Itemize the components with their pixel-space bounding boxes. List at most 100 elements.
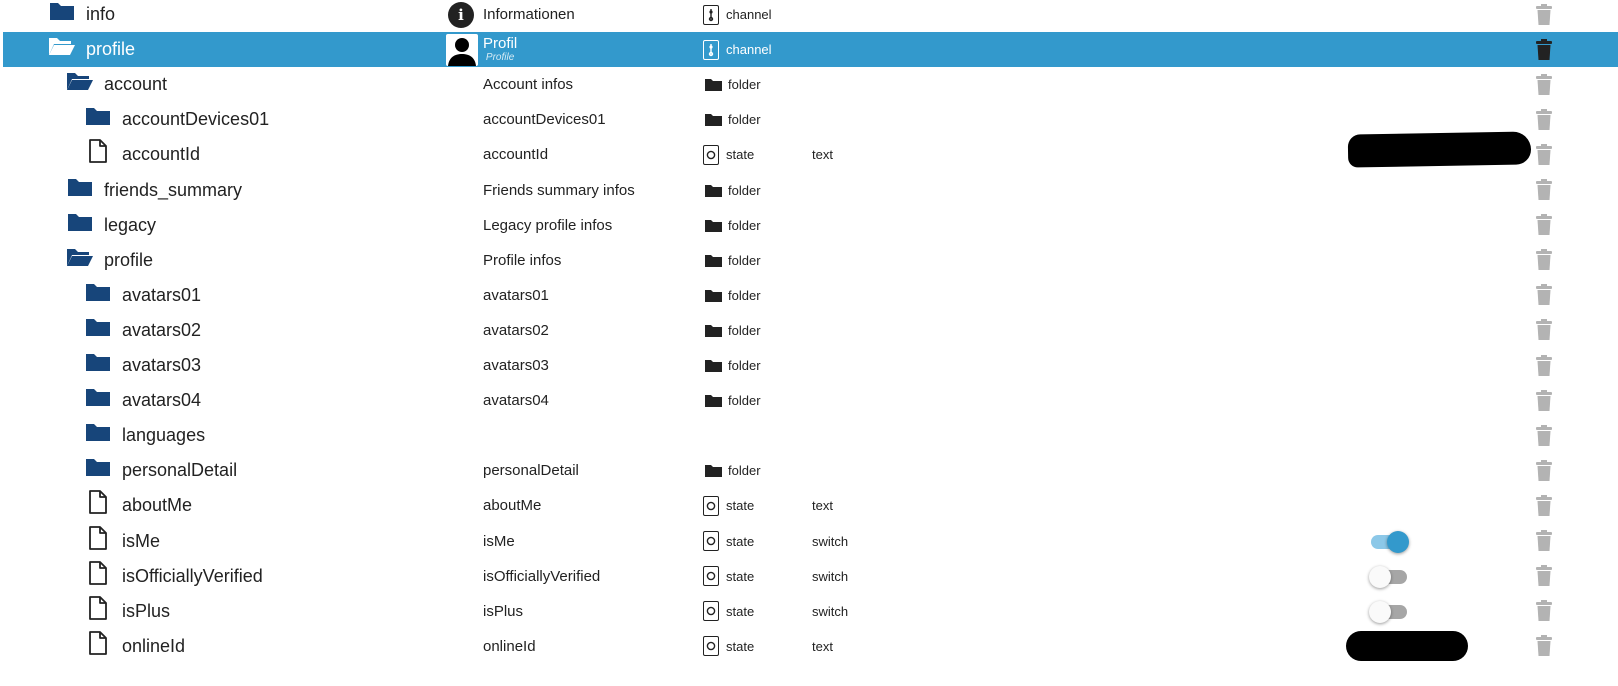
- file-icon[interactable]: [84, 524, 112, 552]
- delete-icon[interactable]: [1535, 559, 1553, 594]
- tree-row[interactable]: aboutMe aboutMe state text: [3, 488, 1618, 523]
- delete-icon[interactable]: [1535, 313, 1553, 348]
- row-type: state: [703, 559, 754, 594]
- delete-icon[interactable]: [1535, 524, 1553, 559]
- tree-row[interactable]: isOfficiallyVerified isOfficiallyVerified…: [3, 559, 1618, 594]
- tree-row[interactable]: profile Profil Profile channel: [3, 32, 1618, 68]
- delete-icon[interactable]: [1535, 278, 1553, 313]
- folder-icon[interactable]: [84, 313, 112, 341]
- delete-icon[interactable]: [1535, 173, 1553, 208]
- row-description: Legacy profile infos: [483, 216, 613, 234]
- delete-icon[interactable]: [1535, 453, 1553, 488]
- folder-icon[interactable]: [84, 418, 112, 446]
- tree-row[interactable]: account Account infos folder: [3, 67, 1618, 102]
- folder-type-icon: [703, 461, 723, 481]
- tree-row[interactable]: avatars02 avatars02 folder: [3, 313, 1618, 348]
- file-icon[interactable]: [84, 488, 112, 516]
- tree-row[interactable]: languages: [3, 418, 1618, 453]
- delete-icon[interactable]: [1535, 67, 1553, 102]
- row-type: folder: [703, 67, 761, 102]
- tree-row[interactable]: isMe isMe state switch: [3, 524, 1618, 559]
- delete-icon[interactable]: [1535, 32, 1553, 67]
- description-subtitle: Profile: [485, 52, 515, 64]
- folder-icon[interactable]: [66, 173, 94, 201]
- delete-icon[interactable]: [1535, 629, 1553, 664]
- value-toggle[interactable]: [1369, 564, 1409, 588]
- type-label: state: [726, 498, 755, 514]
- row-name: account: [104, 74, 168, 95]
- row-role: text: [812, 147, 833, 163]
- row-type: state: [703, 594, 754, 629]
- row-description: isOfficiallyVerified: [483, 567, 601, 585]
- delete-icon[interactable]: [1535, 0, 1553, 32]
- folder-icon[interactable]: [48, 0, 76, 25]
- file-icon[interactable]: [84, 594, 112, 622]
- tree-row[interactable]: avatars04 avatars04 folder: [3, 383, 1618, 418]
- tree-row[interactable]: isPlus isPlus state switch: [3, 594, 1618, 629]
- type-label: folder: [728, 252, 761, 268]
- delete-icon[interactable]: [1535, 383, 1553, 418]
- tree-row[interactable]: friends_summary Friends summary infos fold…: [3, 173, 1618, 208]
- type-label: folder: [728, 322, 761, 338]
- row-role: switch: [812, 603, 849, 619]
- row-type: state: [703, 629, 754, 664]
- folder-type-icon: [703, 75, 723, 95]
- file-icon[interactable]: [84, 559, 112, 587]
- row-name: accountDevices01: [122, 109, 270, 130]
- folder-open-icon[interactable]: [66, 67, 94, 95]
- row-description: accountId: [483, 146, 549, 164]
- folder-icon[interactable]: [84, 383, 112, 411]
- delete-icon[interactable]: [1535, 418, 1553, 453]
- delete-icon[interactable]: [1535, 243, 1553, 278]
- tree-row[interactable]: legacy Legacy profile infos folder: [3, 208, 1618, 243]
- file-icon[interactable]: [84, 137, 112, 165]
- value-toggle[interactable]: [1369, 529, 1409, 553]
- row-name: friends_summary: [104, 179, 243, 200]
- folder-icon[interactable]: [84, 453, 112, 481]
- type-label: folder: [728, 182, 761, 198]
- folder-type-icon: [703, 285, 723, 305]
- type-label: state: [726, 603, 755, 619]
- delete-icon[interactable]: [1535, 488, 1553, 523]
- folder-icon[interactable]: [84, 278, 112, 306]
- tree-row[interactable]: profile Profile infos folder: [3, 243, 1618, 278]
- delete-icon[interactable]: [1535, 102, 1553, 137]
- row-name: avatars03: [122, 355, 202, 375]
- tree-row[interactable]: info i Informationen channel: [3, 0, 1618, 32]
- tree-row[interactable]: avatars03 avatars03 folder: [3, 348, 1618, 383]
- row-type: folder: [703, 102, 761, 137]
- folder-open-icon[interactable]: [48, 32, 76, 60]
- delete-icon[interactable]: [1535, 594, 1553, 629]
- folder-icon[interactable]: [84, 102, 112, 130]
- folder-icon[interactable]: [66, 208, 94, 236]
- tree-row[interactable]: personalDetail personalDetail folder: [3, 453, 1618, 488]
- state-type-icon: [703, 636, 719, 657]
- folder-type-icon: [703, 180, 723, 200]
- folder-open-icon[interactable]: [66, 243, 94, 271]
- tree-row[interactable]: accountDevices01 accountDevices01 folder: [3, 102, 1618, 137]
- delete-icon[interactable]: [1535, 208, 1553, 243]
- type-label: channel: [726, 7, 772, 22]
- row-description: personalDetail: [483, 462, 579, 480]
- delete-icon[interactable]: [1535, 137, 1553, 172]
- row-description: aboutMe: [483, 497, 542, 515]
- state-type-icon: [703, 495, 719, 516]
- delete-icon[interactable]: [1535, 348, 1553, 383]
- row-type: folder: [703, 348, 761, 383]
- redacted-value: [1347, 131, 1532, 168]
- row-description: avatars03: [483, 357, 549, 374]
- row-type: folder: [703, 208, 761, 243]
- row-name: avatars04: [122, 390, 202, 411]
- folder-type-icon: [703, 320, 723, 340]
- row-type: state: [703, 524, 754, 559]
- row-name: isOfficiallyVerified: [122, 565, 263, 586]
- type-label: state: [726, 533, 755, 549]
- row-name: accountId: [122, 144, 201, 165]
- value-toggle[interactable]: [1369, 599, 1409, 623]
- row-name: isMe: [122, 530, 161, 551]
- file-icon[interactable]: [84, 629, 112, 657]
- row-description: accountDevices01: [483, 111, 606, 129]
- type-label: folder: [728, 393, 761, 409]
- folder-icon[interactable]: [84, 348, 112, 376]
- tree-row[interactable]: avatars01 avatars01 folder: [3, 278, 1618, 313]
